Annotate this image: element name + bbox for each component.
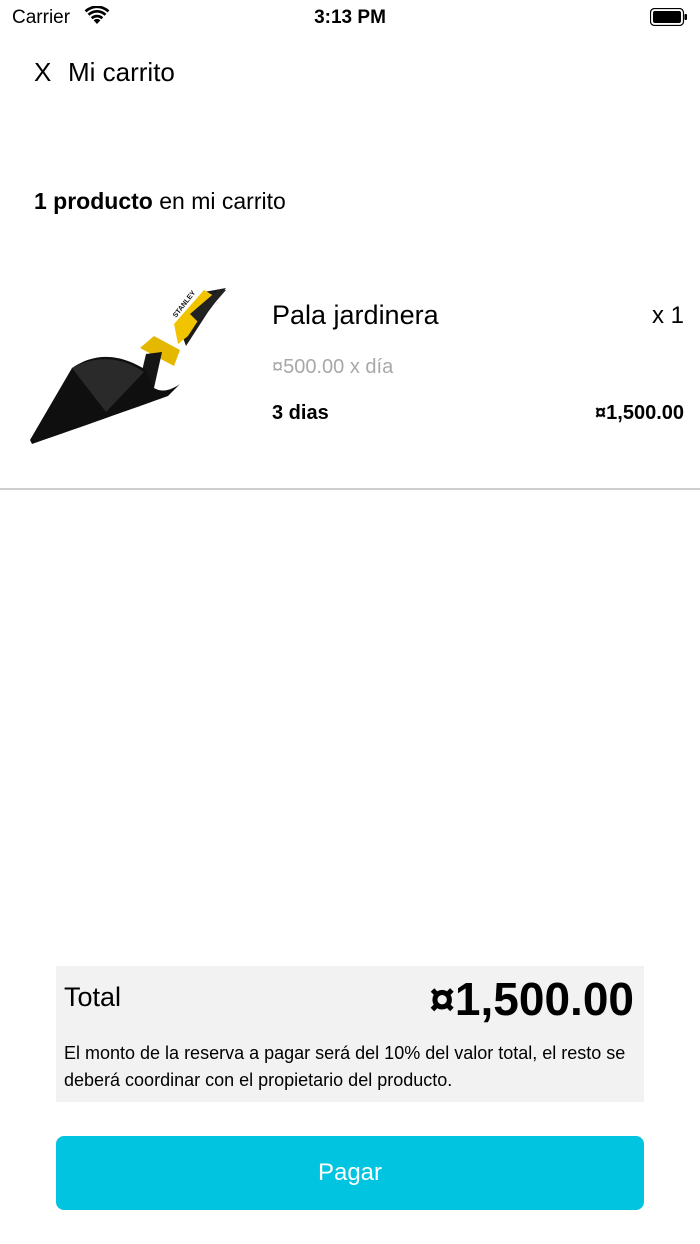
pay-button-label: Pagar [317, 1159, 383, 1186]
status-bar: Carrier 3:13 PM [0, 0, 700, 36]
product-image: STANLEY [28, 284, 230, 444]
total-label: Total [64, 982, 122, 1012]
pay-button[interactable]: Pagar [56, 1136, 644, 1210]
total-note: El monto de la reserva a pagar será del … [64, 1043, 626, 1090]
cart-count-rest: en mi carrito [152, 188, 286, 214]
close-button[interactable]: X [34, 57, 56, 88]
product-days: 3 dias [272, 402, 329, 424]
battery-icon [649, 7, 688, 27]
header: X Mi carrito [34, 52, 175, 92]
cart-count-bold: 1 producto [34, 188, 153, 214]
garden-trowel-image: STANLEY [30, 288, 226, 444]
cart-count: 1 producto en mi carrito [34, 188, 286, 215]
product-quantity: x 1 [651, 302, 684, 329]
product-name: Pala jardinera [272, 300, 439, 330]
total-amount: ¤1,500.00 [429, 973, 634, 1025]
status-time: 3:13 PM [314, 7, 386, 28]
total-panel: Total ¤1,500.00 El monto de la reserva a… [56, 966, 644, 1102]
divider [0, 488, 700, 490]
page-title: Mi carrito [68, 56, 175, 87]
product-subtotal: ¤1,500.00 [595, 402, 684, 424]
product-unit-price: ¤500.00 x día [272, 356, 394, 378]
